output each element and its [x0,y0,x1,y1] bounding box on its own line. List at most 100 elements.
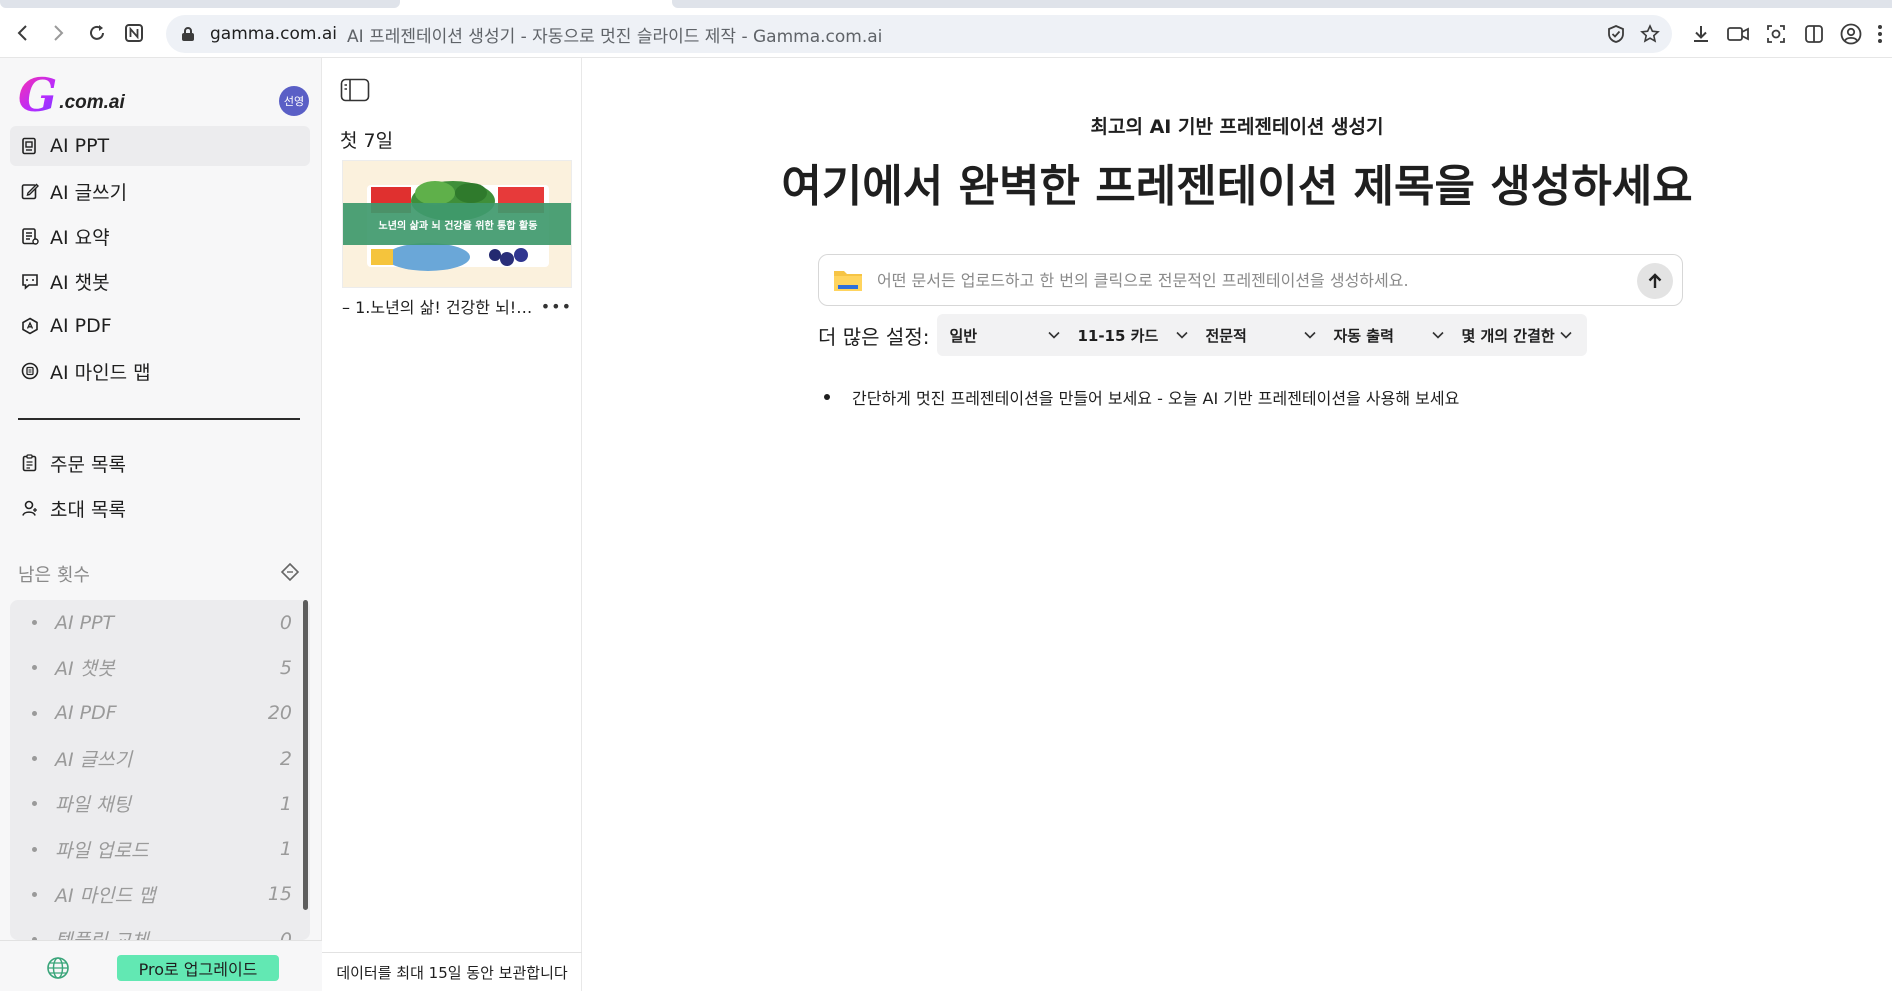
sidebar-item-ai-summary[interactable]: AI 요약 [10,216,310,256]
prompt-input[interactable] [877,270,1637,290]
star-icon[interactable] [1640,24,1660,44]
chat-icon [20,271,40,291]
list-item: AI PPT 0 [10,600,310,645]
remaining-list[interactable]: AI PPT 0 AI 챗봇 5 AI PDF 20 AI 글쓰기 2 파일 채… [10,600,310,940]
pen-icon [20,181,40,201]
bullet [32,620,37,626]
remaining-item-name: AI PDF [55,702,117,725]
setting-dropdown-type[interactable]: 일반 [941,314,1069,356]
remaining-item-count: 20 [267,702,292,725]
camera-icon[interactable] [1725,21,1751,47]
secondary-menu: 주문 목록 초대 목록 [10,443,310,533]
setting-value: 자동 출력 [1333,326,1394,345]
remaining-item-count: 1 [279,792,292,815]
bullet [32,801,37,807]
list-item: AI 마인드 맵 15 [10,872,310,917]
remaining-header: 남은 횟수 [18,561,300,587]
setting-dropdown-length[interactable]: 몇 개의 간결한 [1453,314,1581,356]
list-item: 파일 채팅 1 [10,781,310,826]
page-title: 여기에서 완벽한 프레젠테이션 제목을 생성하세요 [781,161,1693,212]
more-options-icon[interactable]: ••• [541,297,572,316]
sidebar-item-label: AI 마인드 맵 [50,361,151,384]
remaining-item-count: 5 [279,656,292,679]
list-item: AI 챗봇 5 [10,645,310,690]
address-bar[interactable]: gamma.com.ai AI 프레젠테이션 생성기 - 자동으로 멋진 슬라이… [166,15,1672,53]
logo[interactable]: G .com.ai [18,70,125,118]
sidebar-item-ai-writing[interactable]: AI 글쓰기 [10,171,310,211]
bullet [824,394,830,400]
sidebar-item-orders[interactable]: 주문 목록 [10,443,310,483]
setting-dropdown-cards[interactable]: 11-15 카드 [1069,314,1197,356]
lock-icon[interactable] [180,26,196,42]
bullet [32,891,37,897]
thumbnail-caption: 노년의 삶과 뇌 건강을 위한 통합 활동 [343,203,571,245]
diamond-icon[interactable] [280,562,300,586]
remaining-item-count: 0 [279,611,292,634]
history-period-label: 첫 7일 [340,130,394,152]
remaining-item-name: AI 글쓰기 [55,749,133,772]
main-content: 최고의 AI 기반 프레젠테이션 생성기 여기에서 완벽한 프레젠테이션 제목을… [582,58,1892,991]
setting-dropdown-tone[interactable]: 전문적 [1197,314,1325,356]
sidebar-footer: Pro로 업그레이드 [0,940,322,991]
reload-icon[interactable] [82,18,112,48]
extension-n-icon[interactable] [119,18,149,48]
retention-notice: 데이터를 최대 15일 동안 보관합니다 [322,952,582,991]
chevron-down-icon [1176,331,1189,339]
sidebar-item-ai-ppt[interactable]: AI PPT [10,126,310,166]
tip-text: 간단하게 멋진 프레젠테이션을 만들어 보세요 - 오늘 AI 기반 프레젠테이… [852,389,1460,408]
download-icon[interactable] [1688,21,1714,47]
main-menu: AI PPT AI 글쓰기 AI 요약 AI 챗봇 AI PDF AI 마인드 … [10,126,310,396]
sidebar-item-invites[interactable]: 초대 목록 [10,488,310,528]
page-subtitle: 최고의 AI 기반 프레젠테이션 생성기 [1090,116,1384,138]
logo-letter: G [18,68,58,122]
history-panel: 첫 7일 노년의 삶과 뇌 건강을 위한 통합 활동 – 1.노년의 삶! 건강… [322,58,582,991]
remaining-item-name: AI 챗봇 [55,658,115,681]
sidebar-divider [18,418,300,420]
sidebar-item-label: AI PPT [50,135,110,157]
shield-check-icon[interactable] [1606,24,1626,44]
ppt-icon [20,136,40,156]
menu-icon[interactable] [1872,21,1888,47]
url-page-title: AI 프레젠테이션 생성기 - 자동으로 멋진 슬라이드 제작 - Gamma.… [347,26,883,47]
summary-icon [20,226,40,246]
sidebar-item-label: 주문 목록 [50,453,126,476]
globe-icon[interactable] [46,956,70,980]
folder-upload-icon[interactable] [833,267,863,293]
screenshot-icon[interactable] [1763,21,1789,47]
settings-row: 더 많은 설정: 일반 11-15 카드 전문적 자동 출력 몇 개의 간결한 [818,314,1588,356]
presentation-thumbnail[interactable]: 노년의 삶과 뇌 건강을 위한 통합 활동 [342,160,572,288]
sidebar: G .com.ai 선영 AI PPT AI 글쓰기 AI 요약 AI 챗봇 A… [0,58,322,991]
avatar[interactable]: 선영 [279,86,309,116]
send-button[interactable] [1637,263,1673,299]
logo-text: .com.ai [59,92,125,113]
chevron-down-icon [1304,331,1317,339]
arrow-up-icon [1648,273,1662,288]
sidebar-toggle-icon[interactable] [340,78,370,102]
bullet [32,665,37,671]
chevron-down-icon [1560,331,1573,339]
forward-icon[interactable] [43,18,73,48]
sidebar-item-label: 초대 목록 [50,498,126,521]
browser-chrome: gamma.com.ai AI 프레젠테이션 생성기 - 자동으로 멋진 슬라이… [0,0,1892,58]
sidebar-item-ai-pdf[interactable]: AI PDF [10,306,310,346]
upgrade-button[interactable]: Pro로 업그레이드 [117,955,279,981]
tip-list-item: 간단하게 멋진 프레젠테이션을 만들어 보세요 - 오늘 AI 기반 프레젠테이… [818,385,1459,409]
tab-inactive[interactable] [0,0,400,8]
back-icon[interactable] [8,18,38,48]
tab-strip [0,0,1892,10]
sidebar-item-ai-mindmap[interactable]: AI 마인드 맵 [10,351,310,391]
remaining-scrollbar[interactable] [303,600,308,910]
sidebar-item-label: AI PDF [50,315,112,337]
remaining-item-name: AI 마인드 맵 [55,884,156,907]
split-view-icon[interactable] [1801,21,1827,47]
list-item: AI 글쓰기 2 [10,736,310,781]
profile-icon[interactable] [1838,21,1864,47]
tab-active[interactable] [672,0,1892,8]
list-item: 템플릿 교체 0 [10,917,310,940]
remaining-item-name: 파일 채팅 [55,794,131,817]
setting-dropdown-language[interactable]: 자동 출력 [1325,314,1453,356]
sidebar-item-ai-chatbot[interactable]: AI 챗봇 [10,261,310,301]
history-item[interactable]: – 1.노년의 삶! 건강한 뇌! – 뇌 건강 ••• [342,294,572,318]
chevron-down-icon [1048,331,1061,339]
chevron-down-icon [1432,331,1445,339]
